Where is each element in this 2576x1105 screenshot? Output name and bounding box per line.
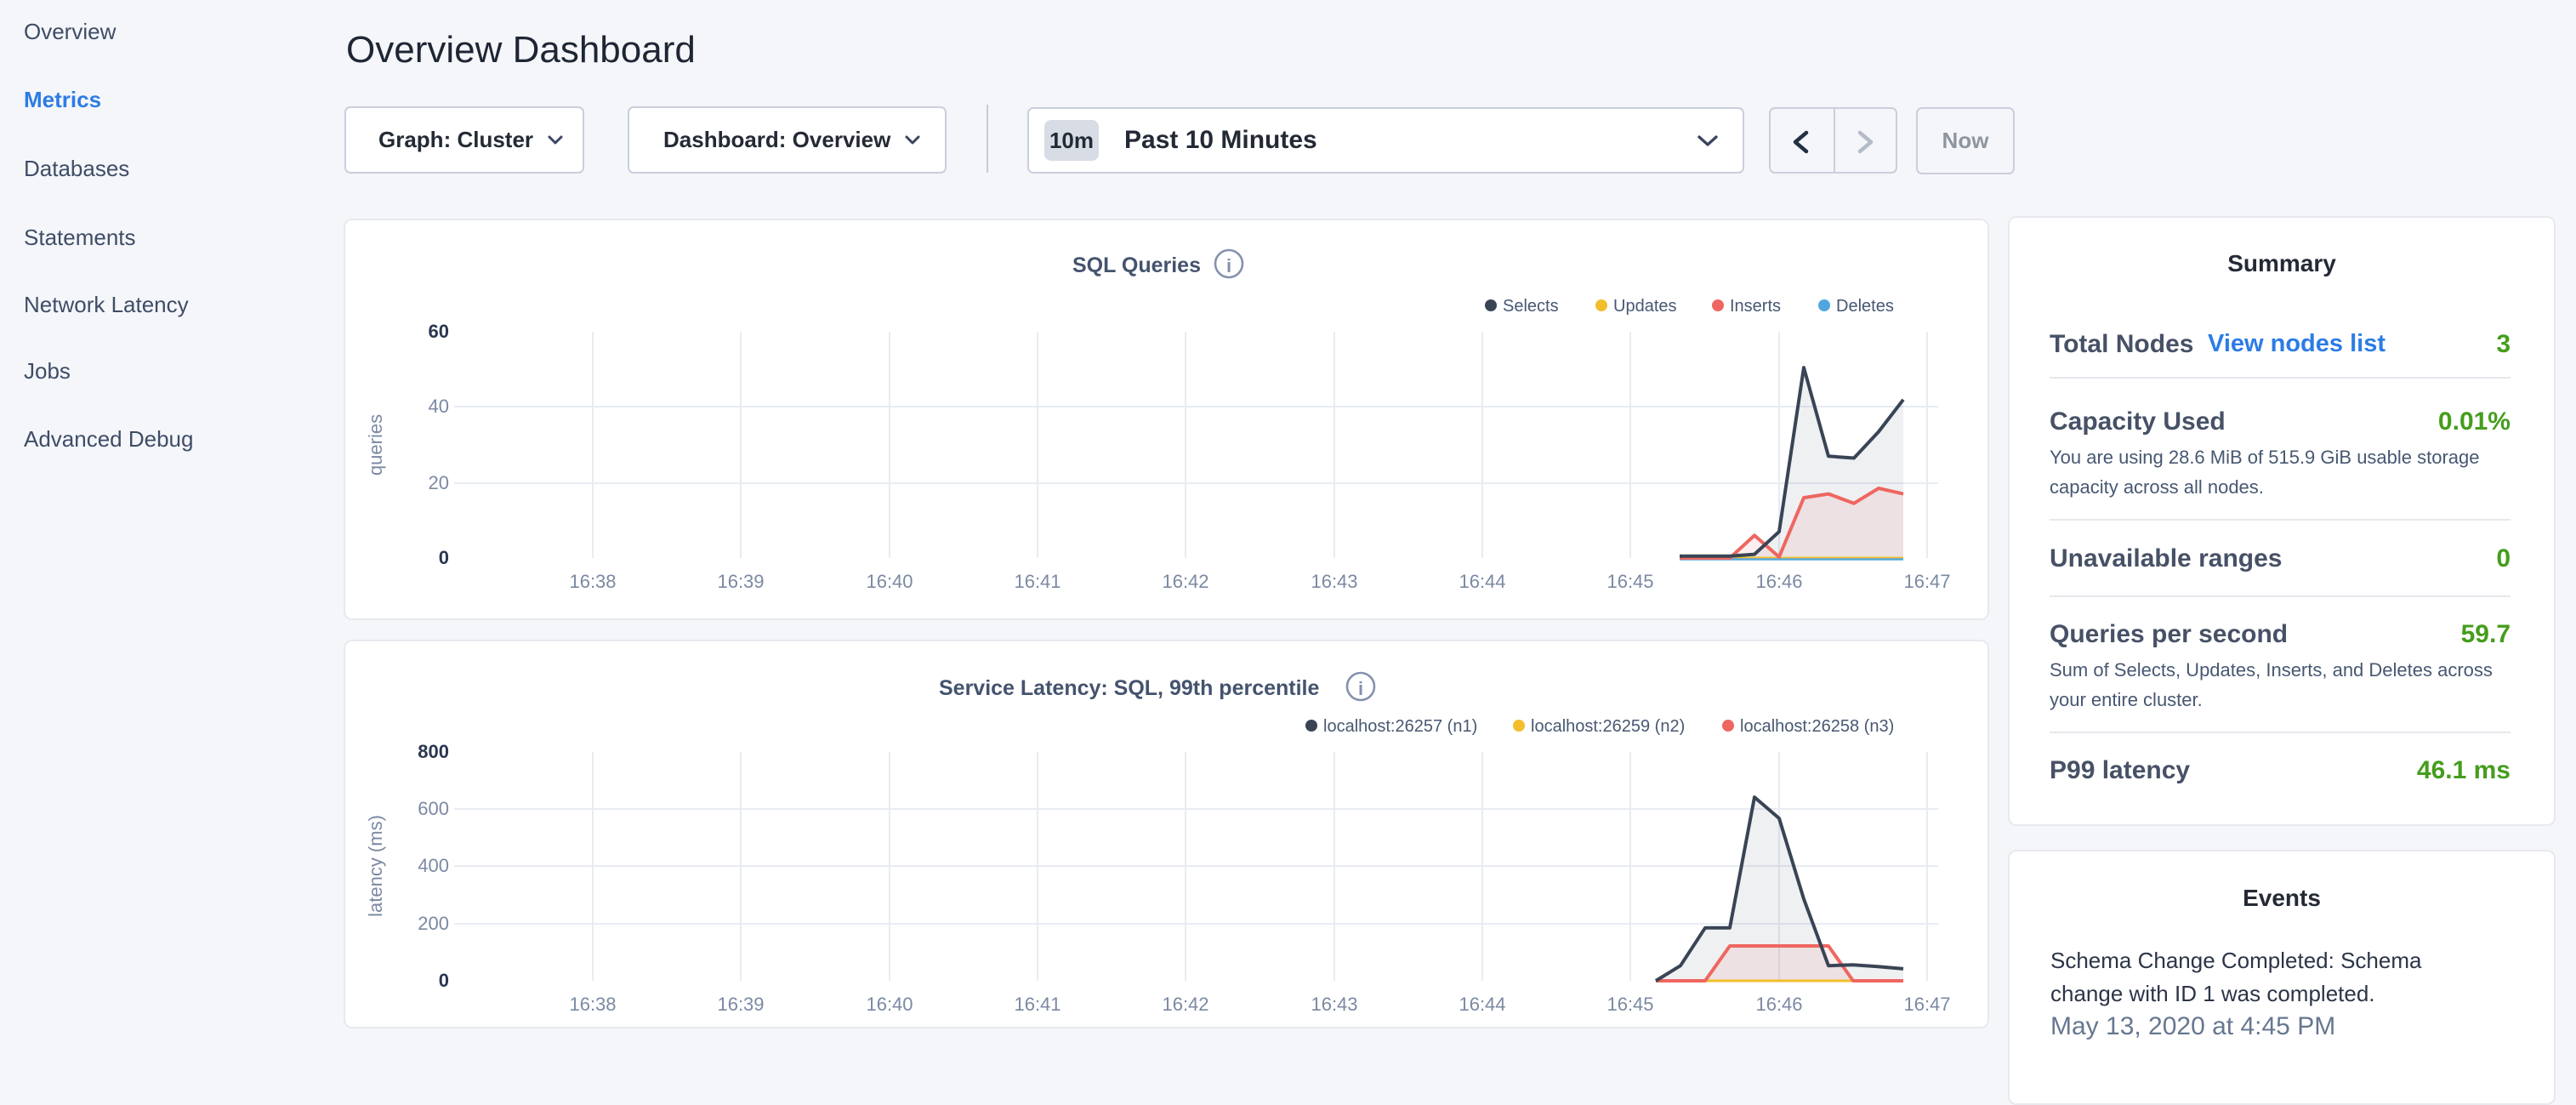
svg-text:16:46: 16:46 <box>1755 571 1802 592</box>
svg-text:40: 40 <box>429 396 449 417</box>
svg-text:16:44: 16:44 <box>1459 571 1505 592</box>
svg-text:16:45: 16:45 <box>1606 571 1653 592</box>
svg-text:16:44: 16:44 <box>1459 994 1505 1015</box>
svg-text:16:42: 16:42 <box>1162 571 1208 592</box>
svg-text:60: 60 <box>429 321 449 342</box>
svg-text:i: i <box>1358 678 1363 699</box>
svg-text:localhost:26258 (n3): localhost:26258 (n3) <box>1740 717 1894 736</box>
svg-text:Updates: Updates <box>1613 297 1677 316</box>
svg-text:localhost:26257 (n1): localhost:26257 (n1) <box>1323 717 1477 736</box>
svg-text:16:47: 16:47 <box>1903 994 1950 1015</box>
svg-text:latency (ms): latency (ms) <box>365 815 386 917</box>
svg-text:16:46: 16:46 <box>1755 994 1802 1015</box>
svg-text:16:43: 16:43 <box>1311 571 1357 592</box>
svg-text:200: 200 <box>418 913 449 934</box>
svg-text:16:45: 16:45 <box>1606 994 1653 1015</box>
svg-text:600: 600 <box>418 798 449 819</box>
svg-text:16:40: 16:40 <box>866 571 913 592</box>
svg-text:16:39: 16:39 <box>717 994 764 1015</box>
svg-text:Deletes: Deletes <box>1836 297 1894 316</box>
svg-text:16:41: 16:41 <box>1014 571 1061 592</box>
svg-text:Selects: Selects <box>1503 297 1559 316</box>
svg-text:localhost:26259 (n2): localhost:26259 (n2) <box>1531 717 1685 736</box>
svg-text:0: 0 <box>439 547 449 568</box>
svg-text:16:38: 16:38 <box>569 994 616 1015</box>
svg-text:16:40: 16:40 <box>866 994 913 1015</box>
svg-text:400: 400 <box>418 855 449 876</box>
svg-text:16:39: 16:39 <box>717 571 764 592</box>
svg-text:Service Latency: SQL, 99th per: Service Latency: SQL, 99th percentile <box>939 676 1319 700</box>
svg-text:Inserts: Inserts <box>1730 297 1781 316</box>
svg-text:16:42: 16:42 <box>1162 994 1208 1015</box>
svg-text:16:41: 16:41 <box>1014 994 1061 1015</box>
svg-text:16:43: 16:43 <box>1311 994 1357 1015</box>
svg-text:20: 20 <box>429 472 449 493</box>
svg-text:queries: queries <box>365 414 386 476</box>
svg-text:800: 800 <box>418 741 449 762</box>
svg-text:16:47: 16:47 <box>1903 571 1950 592</box>
svg-text:16:38: 16:38 <box>569 571 616 592</box>
svg-text:0: 0 <box>439 970 449 991</box>
